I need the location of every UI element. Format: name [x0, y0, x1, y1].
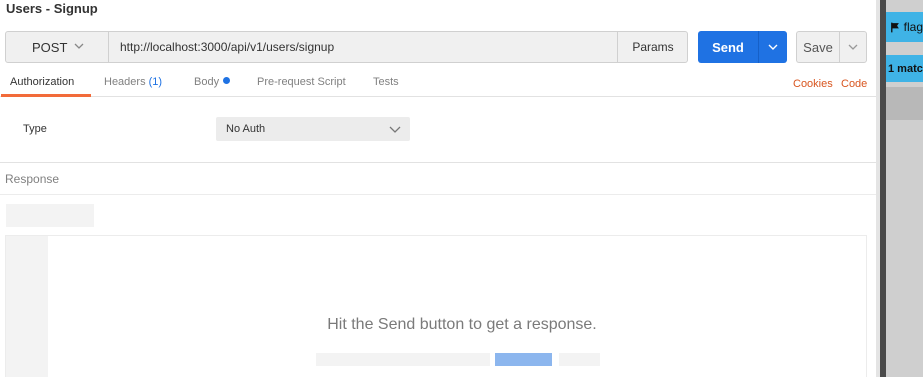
line-number-gutter — [6, 236, 48, 377]
method-label: POST — [32, 39, 68, 55]
auth-type-label: Type — [23, 123, 47, 135]
tab-pre-request-script[interactable]: Pre-request Script — [257, 76, 346, 88]
save-button[interactable]: Save — [796, 31, 839, 63]
active-tab-indicator — [1, 94, 91, 97]
placeholder-bar — [559, 353, 600, 366]
send-button[interactable]: Send — [698, 31, 758, 63]
response-body: Hit the Send button to get a response. — [5, 235, 867, 377]
tab-label: Authorization — [10, 76, 75, 88]
send-options-button[interactable] — [758, 31, 787, 63]
tab-body[interactable]: Body — [194, 76, 231, 88]
empty-response-hint: Hit the Send button to get a response. — [327, 316, 597, 333]
headers-count-badge: (1) — [148, 76, 163, 88]
side-panel-band — [886, 87, 923, 120]
url-input[interactable] — [110, 32, 617, 62]
request-title: Users - Signup — [6, 1, 98, 16]
code-link[interactable]: Code — [841, 78, 867, 90]
body-indicator-dot — [223, 77, 231, 84]
tab-label: Headers — [104, 76, 146, 88]
match-count-chip[interactable]: 1 match — [886, 55, 923, 82]
chevron-down-icon — [389, 126, 401, 133]
tab-label: Body — [194, 76, 220, 88]
response-label: Response — [5, 172, 60, 186]
response-meta-placeholder — [6, 204, 94, 227]
tab-tests[interactable]: Tests — [373, 76, 399, 88]
auth-type-value: No Auth — [226, 123, 266, 135]
url-bar: POST Params — [5, 31, 688, 63]
cookies-link[interactable]: Cookies — [793, 78, 833, 90]
tab-label: Pre-request Script — [257, 76, 346, 88]
request-tabs: Authorization Headers (1) Body Pre-reque… — [0, 69, 876, 97]
flag-label: flag — [903, 20, 923, 34]
chevron-down-icon — [768, 44, 778, 50]
chevron-down-icon — [848, 44, 858, 50]
tab-label: Tests — [373, 76, 399, 88]
side-panel: flag 1 match — [880, 0, 923, 377]
flag-chip[interactable]: flag — [886, 12, 923, 42]
tab-authorization[interactable]: Authorization — [10, 76, 74, 88]
method-select[interactable]: POST — [6, 32, 109, 62]
save-options-button[interactable] — [839, 31, 867, 63]
placeholder-bar — [316, 353, 490, 366]
auth-type-select[interactable]: No Auth — [216, 117, 410, 141]
chevron-down-icon — [74, 43, 84, 49]
placeholder-button — [495, 353, 552, 366]
params-button[interactable]: Params — [617, 32, 688, 62]
request-panel: Users - Signup POST Params Send Save Aut… — [0, 0, 876, 377]
response-header: Response — [0, 162, 876, 195]
tab-headers[interactable]: Headers (1) — [104, 76, 162, 88]
app-window: Users - Signup POST Params Send Save Aut… — [0, 0, 923, 377]
flag-icon — [891, 22, 899, 32]
